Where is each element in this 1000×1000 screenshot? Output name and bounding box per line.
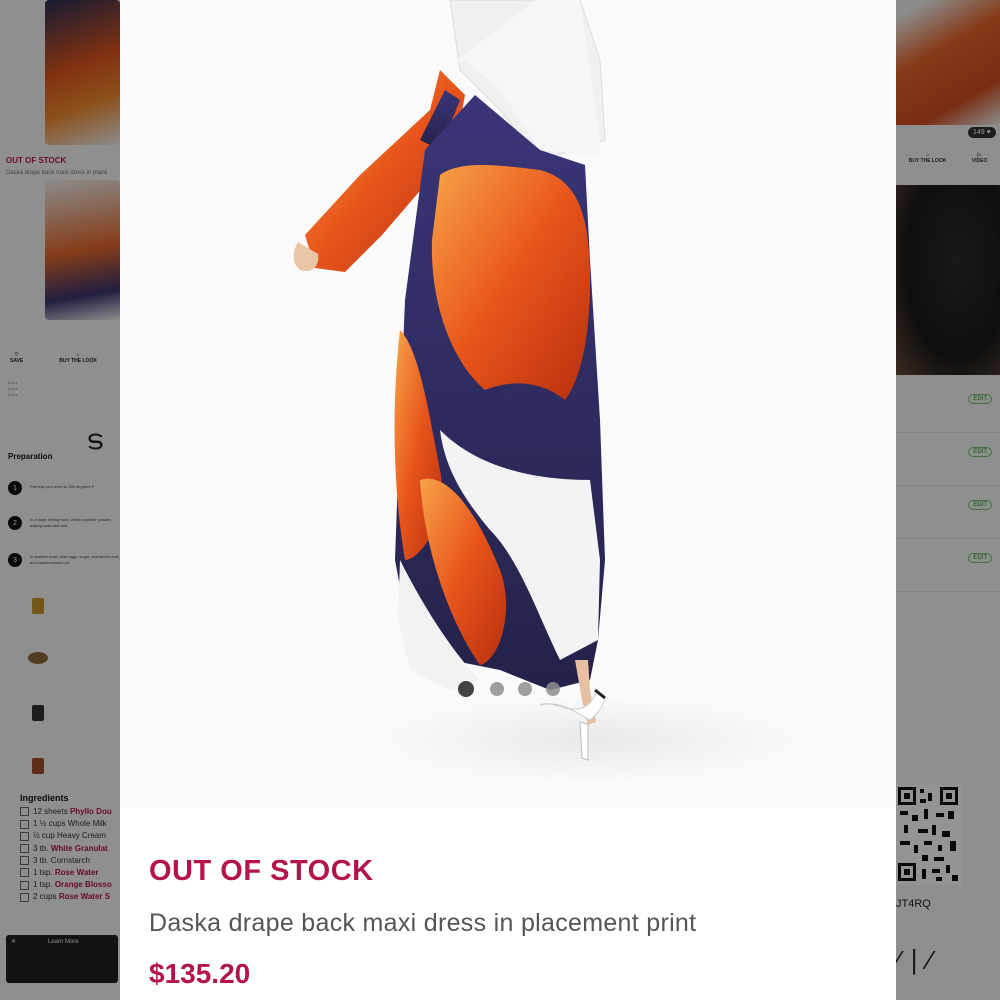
- checkbox[interactable]: [20, 880, 29, 890]
- list-item[interactable]: EDIT: [896, 380, 1000, 433]
- background-small-list: • • • • • • • • • • • •: [8, 380, 17, 397]
- step-text: Preheat your oven to 350 degrees F.: [30, 484, 95, 489]
- list-item[interactable]: EDIT: [896, 486, 1000, 539]
- background-right-column: 149 ♥ ⌂ BUY THE LOOK ▷ VIDEO EDIT EDIT EDI…: [896, 0, 1000, 1000]
- ingredient-thumbnail: [32, 598, 44, 614]
- carousel-dot[interactable]: [456, 679, 476, 699]
- list-item[interactable]: EDIT: [896, 539, 1000, 592]
- carousel-dot[interactable]: [518, 682, 532, 696]
- right-action-row: ⌂ BUY THE LOOK ▷ VIDEO: [896, 152, 1000, 164]
- ingredients-heading: Ingredients: [20, 793, 69, 803]
- ingredient-thumbnail: [28, 652, 48, 664]
- edit-button[interactable]: EDIT: [968, 394, 992, 404]
- list-item[interactable]: EDIT: [896, 433, 1000, 486]
- step-text: In another bowl, beat eggs, sugar, and l…: [30, 554, 120, 565]
- step-number: 2: [8, 516, 22, 530]
- ingredient-item[interactable]: 1 ½ cups Whole Milk: [20, 818, 112, 830]
- stock-status: OUT OF STOCK: [149, 855, 374, 887]
- sketch-mark: ട: [86, 424, 103, 455]
- buy-the-look-action[interactable]: ⌂ BUY THE LOOK: [59, 352, 97, 364]
- carousel-dot[interactable]: [490, 682, 504, 696]
- like-count-badge: 149 ♥: [968, 127, 996, 138]
- step-number: 3: [8, 553, 22, 567]
- edit-button[interactable]: EDIT: [968, 447, 992, 457]
- edit-button[interactable]: EDIT: [968, 500, 992, 510]
- ingredient-item[interactable]: 12 sheets Phyllo Dou: [20, 806, 112, 818]
- product-thumbnail[interactable]: [45, 0, 120, 145]
- product-info: OUT OF STOCK Daska drape back maxi dress…: [120, 808, 896, 1000]
- sketch-mark: ⁄ ∣ ⁄: [896, 945, 933, 975]
- preparation-heading: Preparation: [8, 452, 53, 461]
- edit-button[interactable]: EDIT: [968, 553, 992, 563]
- background-out-of-stock-label: OUT OF STOCK: [6, 156, 67, 165]
- carousel-dot[interactable]: [546, 682, 560, 696]
- checkbox[interactable]: [20, 856, 29, 866]
- video-player[interactable]: ✕ Learn More: [6, 935, 118, 983]
- checkbox[interactable]: [20, 868, 29, 878]
- product-thumbnail[interactable]: [45, 180, 120, 320]
- background-product-desc: Daska drape back maxi dress in place: [6, 170, 108, 176]
- background-left-column: OUT OF STOCK Daska drape back maxi dress…: [0, 0, 120, 1000]
- checkbox[interactable]: [20, 844, 29, 853]
- checkbox[interactable]: [20, 831, 29, 841]
- ingredient-thumbnail: [32, 758, 44, 774]
- checkbox[interactable]: [20, 807, 29, 817]
- ingredient-item[interactable]: ½ cup Heavy Cream: [20, 830, 112, 842]
- video-action[interactable]: ▷ VIDEO: [972, 152, 988, 164]
- product-price: $135.20: [149, 958, 251, 989]
- qr-code-text: JT4RQ: [896, 898, 931, 910]
- ingredient-item[interactable]: 1 tsp. Orange Blosso: [20, 879, 112, 891]
- product-name: Daska drape back maxi dress in placement…: [149, 909, 697, 937]
- step-number: 1: [8, 481, 22, 495]
- checkbox[interactable]: [20, 892, 29, 902]
- background-action-row: ♡ SAVE ⌂ BUY THE LOOK: [10, 352, 97, 364]
- learn-more-link[interactable]: Learn More: [48, 939, 79, 945]
- related-look-image[interactable]: [896, 185, 1000, 375]
- product-image-carousel[interactable]: [120, 0, 896, 808]
- ingredient-item[interactable]: 1 tsp. Rose Water: [20, 867, 112, 879]
- checkbox[interactable]: [20, 819, 29, 829]
- save-action[interactable]: ♡ SAVE: [10, 352, 23, 364]
- carousel-indicator: [120, 679, 896, 699]
- ingredient-item[interactable]: 3 tb. White Granulat: [20, 843, 112, 855]
- ingredient-thumbnail: [32, 705, 44, 721]
- ingredient-item[interactable]: 3 tb. Cornstarch: [20, 855, 112, 867]
- step-text: In a large mixing bowl, whisk together p…: [30, 517, 112, 528]
- buy-the-look-action[interactable]: ⌂ BUY THE LOOK: [909, 152, 947, 164]
- related-product-image[interactable]: [896, 0, 1000, 125]
- close-icon[interactable]: ✕: [11, 938, 16, 945]
- ingredient-item[interactable]: 2 cups Rose Water S: [20, 891, 112, 903]
- ingredients-list: 12 sheets Phyllo Dou 1 ½ cups Whole Milk…: [20, 806, 112, 904]
- product-quick-view-modal: OUT OF STOCK Daska drape back maxi dress…: [120, 0, 896, 1000]
- qr-code: [896, 785, 962, 885]
